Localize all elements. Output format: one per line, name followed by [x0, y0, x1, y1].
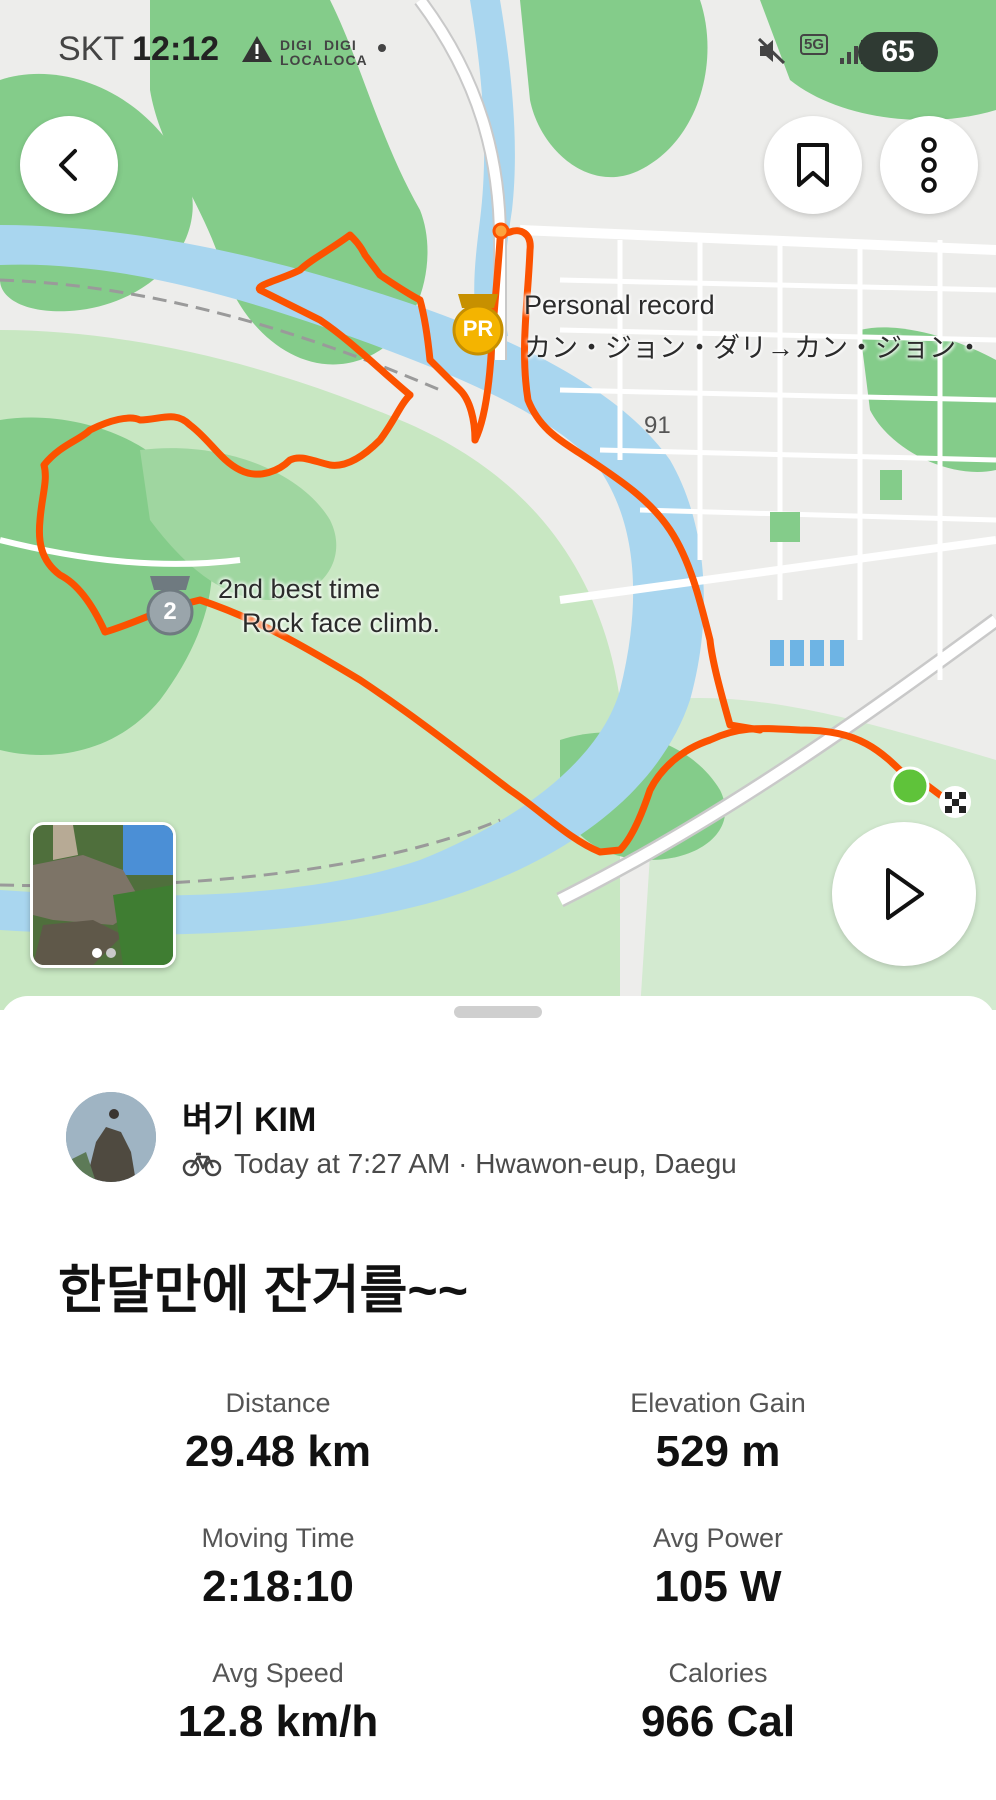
stat-value: 12.8 km/h	[177, 1697, 379, 1746]
stat-value: 966 Cal	[640, 1697, 796, 1746]
carrier-name: SKT	[58, 30, 125, 68]
stat-avg-speed: Avg Speed 12.8 km/h	[78, 1658, 478, 1747]
play-flyover-button[interactable]	[832, 822, 976, 966]
more-vertical-icon	[921, 137, 937, 193]
stat-avg-power: Avg Power 105 W	[518, 1523, 918, 1612]
sheet-drag-handle[interactable]	[454, 1006, 542, 1018]
bike-icon	[182, 1152, 222, 1177]
mute-icon	[757, 37, 786, 65]
avatar[interactable]	[66, 1092, 156, 1182]
digi-loca-icon: DIGI LOCA	[280, 37, 324, 68]
stat-value: 105 W	[654, 1562, 782, 1611]
warning-icon	[242, 36, 272, 62]
second-badge-text: 2	[163, 598, 177, 625]
status-bar: SKT 12:12 DIGI LOCA DIGI LOCA 5G 65	[0, 0, 996, 100]
stat-label: Elevation Gain	[630, 1388, 806, 1418]
stat-value: 29.48 km	[185, 1427, 371, 1476]
stat-moving-time: Moving Time 2:18:10	[78, 1523, 478, 1612]
bookmark-button[interactable]	[764, 116, 862, 214]
chevron-left-icon	[59, 149, 77, 181]
road-number-label: 91	[644, 412, 671, 439]
activity-sheet: 벼기 KIM Today at 7:27 AM · Hwawon-eup, Da…	[0, 996, 996, 1800]
network-5g-icon: 5G	[800, 34, 829, 55]
back-button[interactable]	[20, 116, 118, 214]
avatar-image	[66, 1092, 156, 1182]
second-best-segment-name: Rock face climb.	[242, 608, 441, 638]
stat-value: 2:18:10	[202, 1562, 354, 1611]
pr-segment-name: カン・ジョン・ダリ→カン・ジョン・	[524, 333, 983, 363]
play-icon	[886, 868, 924, 920]
pr-label: Personal record	[524, 290, 715, 320]
stat-calories: Calories 966 Cal	[518, 1658, 918, 1747]
stat-elevation-gain: Elevation Gain 529 m	[518, 1388, 918, 1477]
stat-label: Distance	[225, 1388, 331, 1418]
status-time: 12:12	[132, 30, 220, 68]
stat-label: Moving Time	[201, 1523, 355, 1553]
second-best-badge-icon[interactable]: 2	[140, 572, 200, 638]
bookmark-icon	[797, 143, 829, 187]
stat-distance: Distance 29.48 km	[78, 1388, 478, 1477]
photo-thumbnail[interactable]	[30, 822, 176, 968]
stat-label: Avg Speed	[212, 1658, 344, 1688]
stat-label: Calories	[668, 1658, 768, 1688]
status-carrier: SKT 12:12	[58, 30, 219, 69]
pr-badge-text: PR	[462, 316, 494, 341]
second-best-label: 2nd best time	[218, 574, 381, 604]
pr-badge-icon[interactable]: PR	[448, 290, 508, 356]
activity-meta: Today at 7:27 AM · Hwawon-eup, Daegu	[182, 1148, 737, 1180]
stat-label: Avg Power	[652, 1523, 784, 1553]
athlete-name[interactable]: 벼기 KIM	[182, 1092, 316, 1141]
battery-indicator: 65	[858, 32, 938, 72]
stat-value: 529 m	[655, 1427, 781, 1476]
photo-image	[33, 825, 173, 965]
route-map[interactable]: PR Personal record カン・ジョン・ダリ→カン・ジョン・ 2 2…	[0, 0, 996, 1010]
activity-time-location: Today at 7:27 AM · Hwawon-eup, Daegu	[234, 1148, 737, 1179]
more-options-button[interactable]	[880, 116, 978, 214]
notification-dot	[378, 44, 386, 52]
digi-loca-icon-2: DIGI LOCA	[324, 37, 368, 68]
activity-title: 한달만에 잔거를~~	[58, 1262, 469, 1320]
